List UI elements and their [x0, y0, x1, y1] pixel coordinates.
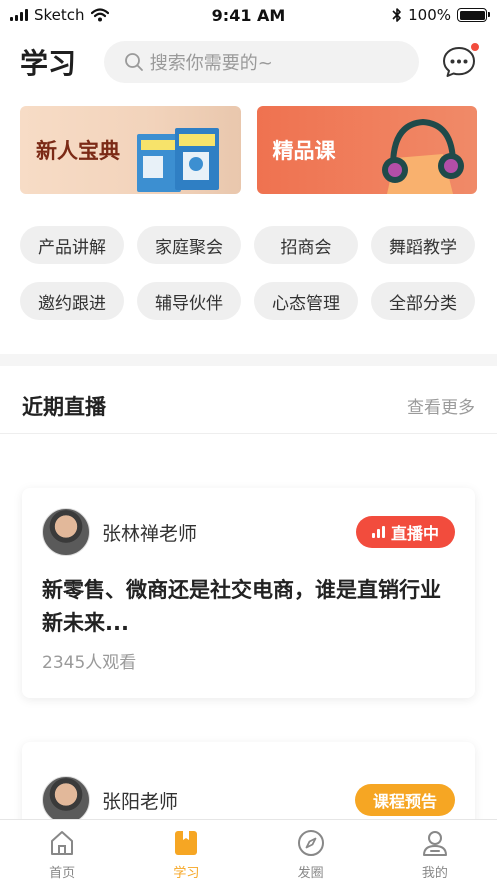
banner-premium-course[interactable]: 精品课: [256, 106, 477, 194]
tab-label: 发圈: [297, 866, 324, 881]
avatar: [42, 776, 90, 824]
profile-icon: [422, 831, 447, 856]
bookmark-book-icon: [175, 831, 198, 855]
bluetooth-icon: [392, 8, 401, 22]
live-card[interactable]: 张林禅老师 直播中 新零售、微商还是社交电商，谁是直销行业新未来... 2345…: [22, 488, 475, 698]
card-header: 张林禅老师 直播中: [22, 488, 475, 556]
category-chip-all[interactable]: 全部分类: [371, 282, 475, 320]
category-chip[interactable]: 辅导伙伴: [137, 282, 241, 320]
banner-newbie-guide[interactable]: 新人宝典: [20, 106, 241, 194]
compass-icon: [297, 830, 324, 856]
category-chip[interactable]: 产品讲解: [20, 226, 124, 264]
tab-label: 我的: [421, 866, 448, 881]
page-title: 学习: [20, 47, 77, 80]
category-chip[interactable]: 心态管理: [254, 282, 358, 320]
teacher-name: 张阳老师: [102, 790, 179, 813]
live-badge[interactable]: 直播中: [355, 516, 455, 548]
search-placeholder: 搜索你需要的~: [149, 53, 273, 74]
banner-label: 精品课: [272, 139, 336, 163]
battery-percent: 100%: [408, 6, 451, 24]
banner-label: 新人宝典: [36, 139, 120, 163]
home-icon: [51, 831, 74, 855]
tab-home[interactable]: 首页: [0, 820, 124, 883]
search-icon: [124, 53, 143, 71]
search-input[interactable]: 搜索你需要的~: [103, 41, 419, 83]
category-grid: 产品讲解 家庭聚会 招商会 舞蹈教学 邀约跟进 辅导伙伴 心态管理 全部分类: [20, 226, 477, 320]
status-left: Sketch: [10, 6, 109, 24]
message-button[interactable]: [441, 41, 481, 80]
tab-label: 学习: [173, 866, 200, 881]
headphones-icon: [382, 118, 464, 194]
wifi-icon: [90, 8, 109, 22]
live-badge-label: 直播中: [390, 524, 439, 543]
status-bar: Sketch 9:41 AM 100%: [0, 0, 497, 30]
section-header: 近期直播 查看更多: [0, 378, 497, 434]
header: 学习 搜索你需要的~: [0, 38, 497, 86]
live-bars-icon: [371, 526, 385, 538]
tab-profile[interactable]: 我的: [373, 820, 497, 883]
card-header: 张阳老师 课程预告: [22, 742, 475, 824]
tab-bar: 首页 学习 发圈 我的: [0, 819, 497, 883]
category-chip[interactable]: 舞蹈教学: [371, 226, 475, 264]
teacher-name: 张林禅老师: [102, 522, 198, 545]
tab-moments[interactable]: 发圈: [249, 820, 373, 883]
status-right: 100%: [392, 6, 490, 24]
battery-icon: [457, 8, 490, 22]
carrier-label: Sketch: [34, 6, 85, 24]
book-icon: [136, 128, 219, 192]
unread-dot: [469, 41, 481, 53]
see-more-link[interactable]: 查看更多: [407, 393, 475, 418]
category-chip[interactable]: 家庭聚会: [137, 226, 241, 264]
section-title: 近期直播: [22, 394, 106, 419]
avatar: [42, 508, 90, 556]
preview-badge[interactable]: 课程预告: [354, 784, 455, 816]
category-chip[interactable]: 招商会: [254, 226, 358, 264]
section-divider: [0, 354, 497, 366]
live-title: 新零售、微商还是社交电商，谁是直销行业新未来...: [42, 578, 441, 635]
tab-label: 首页: [49, 866, 76, 881]
viewer-count: 2345人观看: [42, 653, 137, 673]
tab-study[interactable]: 学习: [124, 820, 248, 883]
category-chip[interactable]: 邀约跟进: [20, 282, 124, 320]
banner-row: 新人宝典 精品课: [20, 106, 477, 194]
signal-icon: [10, 9, 28, 21]
